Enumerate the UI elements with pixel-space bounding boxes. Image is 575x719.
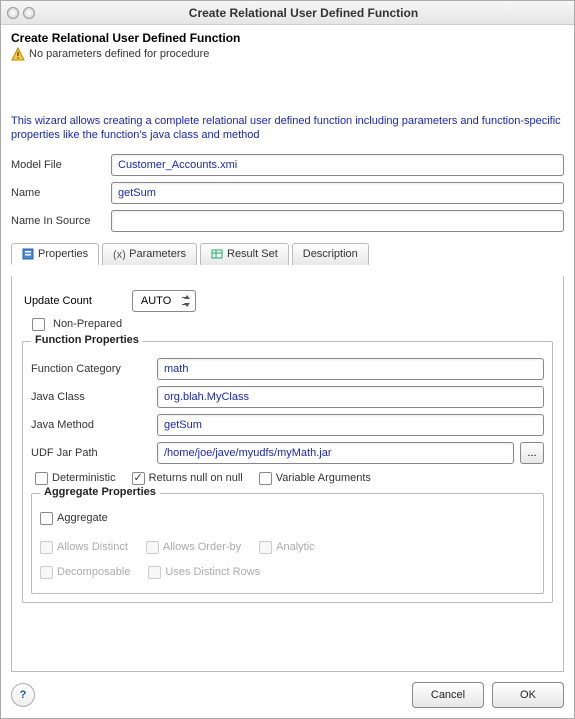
returns-null-checkbox[interactable]	[132, 472, 145, 485]
tab-description[interactable]: Description	[292, 243, 369, 265]
header-warning: No parameters defined for procedure	[29, 48, 209, 60]
cancel-button-label: Cancel	[431, 689, 465, 701]
java-class-field[interactable]	[157, 386, 544, 408]
aggregate-checkbox[interactable]	[40, 512, 53, 525]
decomposable-label: Decomposable	[57, 566, 130, 578]
tab-result-set[interactable]: Result Set	[200, 243, 289, 265]
update-count-value: AUTO	[141, 295, 171, 307]
allows-distinct-label: Allows Distinct	[57, 541, 128, 553]
result-set-icon	[211, 248, 223, 260]
footer: ? Cancel OK	[1, 672, 574, 718]
udf-jar-path-label: UDF Jar Path	[31, 447, 151, 459]
udf-jar-path-field[interactable]	[157, 442, 514, 464]
analytic-label: Analytic	[276, 541, 315, 553]
function-properties-title: Function Properties	[31, 334, 143, 346]
spacer	[1, 65, 574, 115]
java-class-label: Java Class	[31, 391, 151, 403]
warning-icon	[11, 47, 25, 61]
window-minimize-button[interactable]	[23, 7, 35, 19]
titlebar: Create Relational User Defined Function	[1, 1, 574, 25]
name-field[interactable]	[111, 182, 564, 204]
java-method-label: Java Method	[31, 419, 151, 431]
allows-orderby-label: Allows Order-by	[163, 541, 241, 553]
svg-text:(x): (x)	[113, 249, 125, 260]
tab-result-set-label: Result Set	[227, 248, 278, 260]
update-count-select[interactable]: AUTO	[132, 290, 196, 312]
name-label: Name	[11, 187, 111, 199]
model-file-label: Model File	[11, 159, 111, 171]
tab-content: Update Count AUTO Non-Prepared Function …	[11, 276, 564, 673]
non-prepared-checkbox[interactable]	[32, 318, 45, 331]
properties-icon	[22, 248, 34, 260]
dialog-window: Create Relational User Defined Function …	[0, 0, 575, 719]
uses-distinct-rows-label: Uses Distinct Rows	[165, 566, 260, 578]
variable-args-checkbox[interactable]	[259, 472, 272, 485]
tab-parameters-label: Parameters	[129, 248, 186, 260]
allows-distinct-checkbox	[40, 541, 53, 554]
tab-description-label: Description	[303, 248, 358, 260]
tab-parameters[interactable]: (x) Parameters	[102, 243, 197, 265]
ok-button[interactable]: OK	[492, 682, 564, 708]
browse-button[interactable]: ...	[520, 442, 544, 464]
tab-properties[interactable]: Properties	[11, 243, 99, 265]
function-category-label: Function Category	[31, 363, 151, 375]
header-title: Create Relational User Defined Function	[11, 31, 564, 45]
tab-properties-label: Properties	[38, 248, 88, 260]
decomposable-checkbox	[40, 566, 53, 579]
analytic-checkbox	[259, 541, 272, 554]
uses-distinct-rows-checkbox	[148, 566, 161, 579]
parameters-icon: (x)	[113, 248, 125, 260]
cancel-button[interactable]: Cancel	[412, 682, 484, 708]
aggregate-label: Aggregate	[57, 512, 108, 524]
window-title: Create Relational User Defined Function	[39, 6, 568, 20]
deterministic-label: Deterministic	[52, 472, 116, 484]
name-in-source-label: Name In Source	[11, 215, 111, 227]
tabstrip: Properties (x) Parameters Result Set Des…	[1, 243, 574, 265]
wizard-description: This wizard allows creating a complete r…	[1, 115, 574, 151]
ok-button-label: OK	[520, 689, 536, 701]
aggregate-properties-title: Aggregate Properties	[40, 486, 160, 498]
name-in-source-field[interactable]	[111, 210, 564, 232]
function-properties-group: Function Properties Function Category Ja…	[22, 341, 553, 603]
window-close-button[interactable]	[7, 7, 19, 19]
variable-args-label: Variable Arguments	[276, 472, 371, 484]
aggregate-properties-group: Aggregate Properties Aggregate Allows Di…	[31, 493, 544, 594]
help-icon: ?	[20, 689, 27, 701]
java-method-field[interactable]	[157, 414, 544, 436]
non-prepared-label: Non-Prepared	[53, 318, 122, 330]
update-count-label: Update Count	[24, 295, 92, 307]
model-file-field[interactable]	[111, 154, 564, 176]
allows-orderby-checkbox	[146, 541, 159, 554]
function-category-field[interactable]	[157, 358, 544, 380]
deterministic-checkbox[interactable]	[35, 472, 48, 485]
returns-null-label: Returns null on null	[149, 472, 243, 484]
help-button[interactable]: ?	[11, 683, 35, 707]
header: Create Relational User Defined Function …	[1, 25, 574, 65]
browse-button-label: ...	[527, 447, 536, 459]
